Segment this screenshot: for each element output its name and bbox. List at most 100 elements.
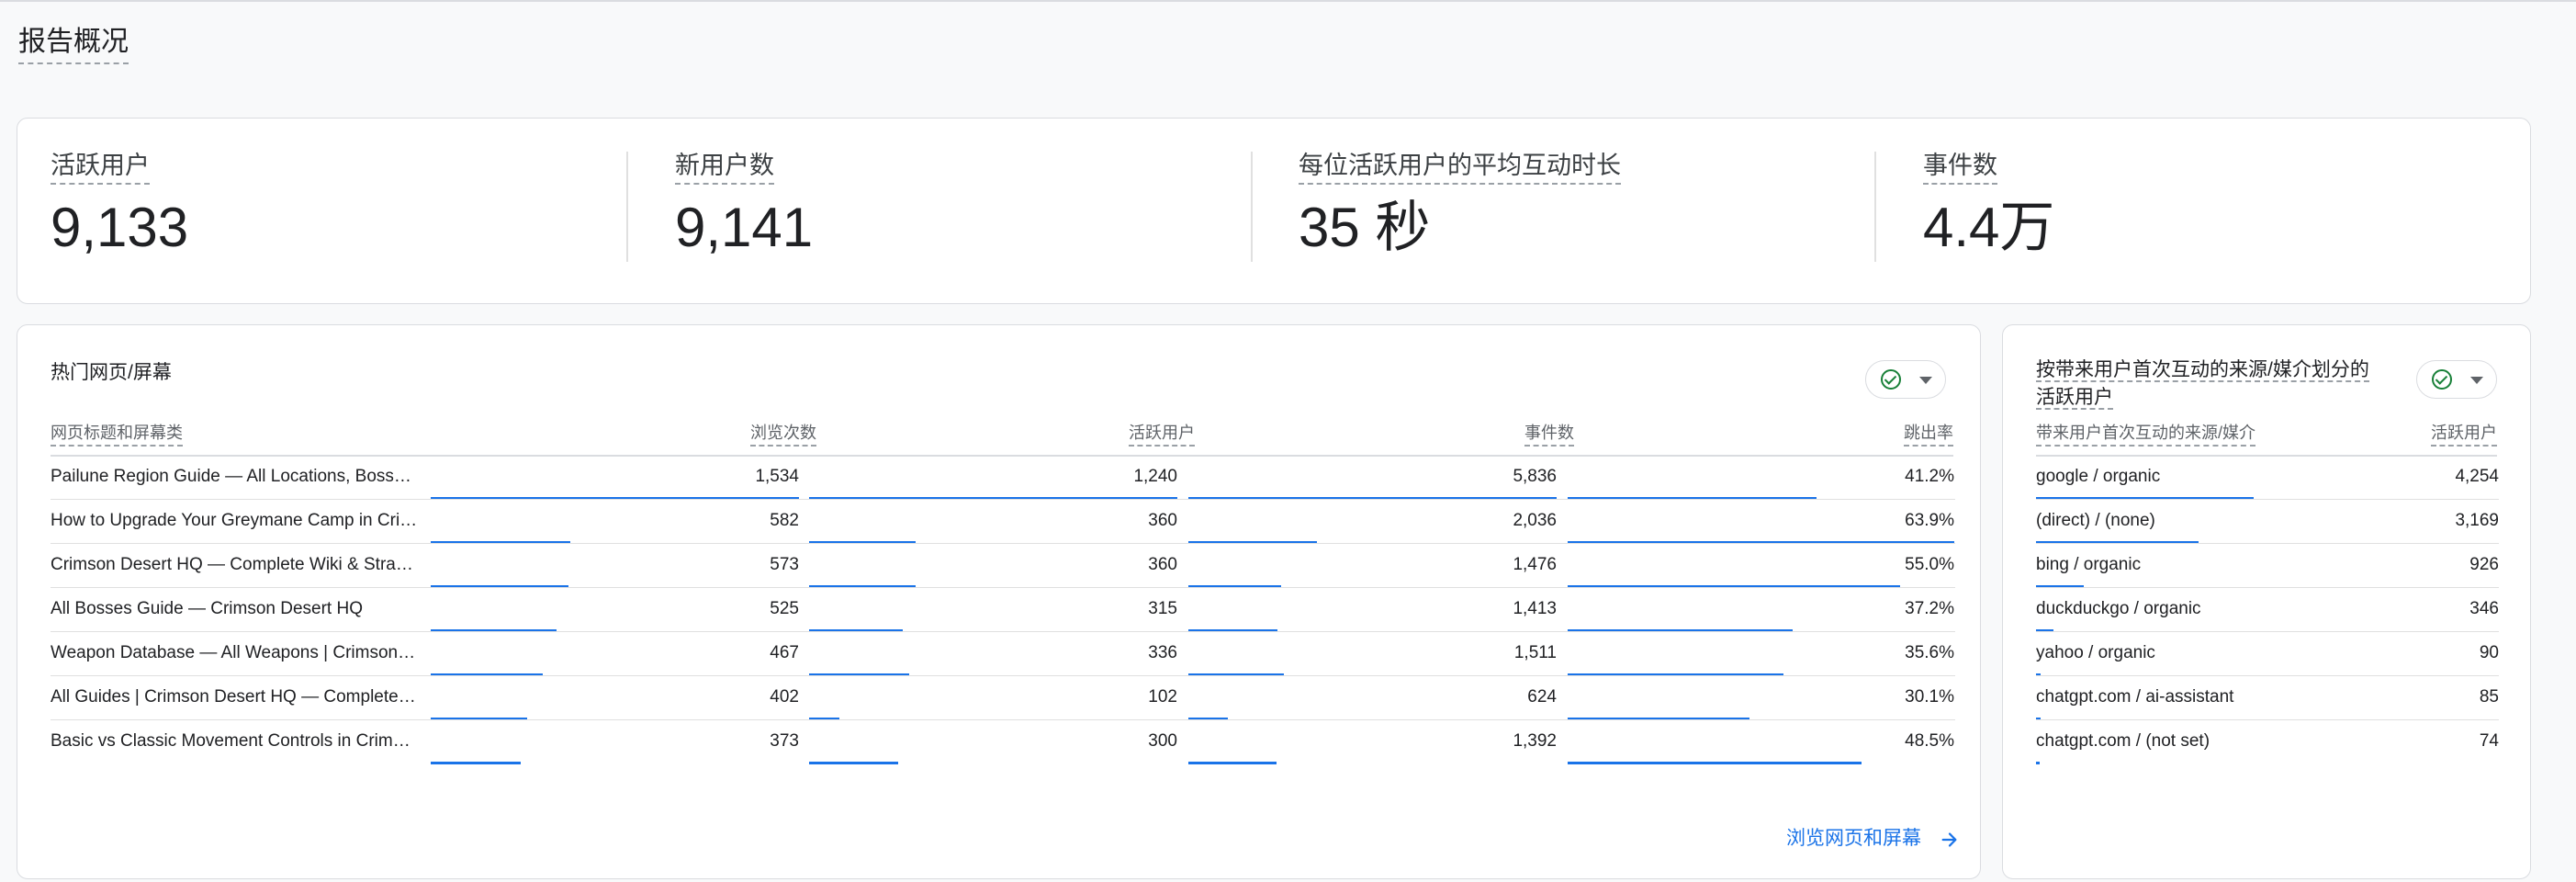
table-row[interactable]: All Bosses Guide — Crimson Desert HQ 525 3… [17,588,1982,632]
table-row[interactable]: Basic vs Classic Movement Controls in Cr… [17,720,1982,764]
value-bar [431,762,521,764]
kpi-label: 新用户数 [675,150,774,185]
kpi-event-count[interactable]: 事件数 4.4万 [1923,150,2054,260]
bounce-rate-cell: 41.2% [1905,467,1954,486]
source-medium-cell[interactable]: yahoo / organic [2036,641,2385,665]
kpi-value: 9,141 [675,197,814,258]
active-users-cell: 346 [2469,599,2499,618]
source-medium-cell[interactable]: duckduckgo / organic [2036,597,2385,621]
active-users-cell: 102 [1148,687,1177,707]
table-row[interactable]: How to Upgrade Your Greymane Camp in Cri… [17,500,1982,544]
event-count-cell: 1,413 [1513,599,1557,618]
kpi-divider [1251,152,1253,262]
active-users-cell: 85 [2479,687,2499,707]
table-row[interactable]: Crimson Desert HQ — Complete Wiki & Stra… [17,544,1982,588]
value-bar [809,762,898,764]
first-user-source-card: 按带来用户首次互动的来源/媒介划分的 活跃用户 带来用户首次互动的来源/媒介 活… [2002,324,2531,879]
comparison-filter-button[interactable] [1865,360,1946,399]
card-title-line: 活跃用户 [2036,387,2113,410]
card-title-line: 按带来用户首次互动的来源/媒介划分的 [2036,359,2369,382]
page-title-cell[interactable]: How to Upgrade Your Greymane Camp in Cri… [51,509,418,533]
kpi-value: 9,133 [51,197,189,258]
column-header-source-medium[interactable]: 带来用户首次互动的来源/媒介 [2036,421,2255,447]
bounce-rate-cell: 63.9% [1905,511,1954,530]
event-count-cell: 2,036 [1513,511,1557,530]
active-users-cell: 1,240 [1133,467,1177,486]
source-medium-cell[interactable]: chatgpt.com / (not set) [2036,729,2385,753]
table-row[interactable]: google / organic 4,254 [2003,456,2532,500]
check-circle-icon [2432,369,2452,390]
page-title-cell[interactable]: All Bosses Guide — Crimson Desert HQ [51,597,418,621]
kpi-divider [626,152,628,262]
source-medium-cell[interactable]: bing / organic [2036,553,2385,577]
kpi-divider [1874,152,1876,262]
event-count-cell: 1,511 [1513,643,1557,662]
table-row[interactable]: chatgpt.com / (not set) 74 [2003,720,2532,764]
table-row[interactable]: yahoo / organic 90 [2003,632,2532,676]
views-cell: 467 [770,643,799,662]
active-users-cell: 315 [1148,599,1177,618]
active-users-cell: 926 [2469,555,2499,574]
page-title-cell[interactable]: Basic vs Classic Movement Controls in Cr… [51,729,418,753]
kpi-label: 事件数 [1923,150,1997,185]
views-cell: 402 [770,687,799,707]
active-users-cell: 3,169 [2455,511,2499,530]
source-medium-cell[interactable]: google / organic [2036,465,2385,489]
source-medium-cell[interactable]: chatgpt.com / ai-assistant [2036,685,2385,709]
active-users-cell: 336 [1148,643,1177,662]
kpi-avg-engagement[interactable]: 每位活跃用户的平均互动时长 35 秒 [1299,150,1621,260]
kpi-active-users[interactable]: 活跃用户 9,133 [51,150,188,260]
table-row[interactable]: bing / organic 926 [2003,544,2532,588]
table-row[interactable]: Pailune Region Guide — All Locations, Bo… [17,456,1982,500]
table-row[interactable]: All Guides | Crimson Desert HQ — Complet… [17,676,1982,720]
page-title: 报告概况 [18,24,129,64]
column-header-views[interactable]: 浏览次数 [750,421,816,447]
views-cell: 525 [770,599,799,618]
bounce-rate-cell: 37.2% [1905,599,1954,618]
value-bar [1568,762,1862,764]
page-title-cell[interactable]: Pailune Region Guide — All Locations, Bo… [51,465,418,489]
view-pages-link[interactable]: 浏览网页和屏幕 [1786,825,1921,853]
arrow-right-icon[interactable] [1940,830,1960,850]
views-cell: 1,534 [755,467,799,486]
event-count-cell: 624 [1527,687,1557,707]
active-users-cell: 74 [2479,731,2499,751]
page-title-cell[interactable]: All Guides | Crimson Desert HQ — Complet… [51,685,418,709]
table-row[interactable]: chatgpt.com / ai-assistant 85 [2003,676,2532,720]
column-header-event-count[interactable]: 事件数 [1524,421,1574,447]
active-users-cell: 90 [2479,643,2499,662]
top-pages-card: 热门网页/屏幕 网页标题和屏幕类 浏览次数 活跃用户 事件数 跳出率 Pailu… [17,324,1981,879]
column-header-active-users[interactable]: 活跃用户 [2431,421,2497,447]
comparison-filter-button[interactable] [2416,360,2497,399]
page-title-cell[interactable]: Crimson Desert HQ — Complete Wiki & Stra… [51,553,418,577]
column-header-bounce-rate[interactable]: 跳出率 [1904,421,1953,447]
card-title: 按带来用户首次互动的来源/媒介划分的 活跃用户 [2036,356,2369,412]
value-bar [1188,762,1277,764]
page-title-cell[interactable]: Weapon Database — All Weapons | Crimson … [51,641,418,665]
column-header-page-title[interactable]: 网页标题和屏幕类 [51,421,183,447]
kpi-value: 4.4万 [1923,197,2055,258]
kpi-card: 活跃用户 9,133 新用户数 9,141 每位活跃用户的平均互动时长 35 秒… [17,118,2531,304]
bounce-rate-cell: 30.1% [1905,687,1954,707]
kpi-new-users[interactable]: 新用户数 9,141 [675,150,813,260]
kpi-label: 活跃用户 [51,150,150,185]
table-row[interactable]: duckduckgo / organic 346 [2003,588,2532,632]
table-row[interactable]: (direct) / (none) 3,169 [2003,500,2532,544]
source-medium-cell[interactable]: (direct) / (none) [2036,509,2385,533]
views-cell: 373 [770,731,799,751]
event-count-cell: 5,836 [1513,467,1557,486]
active-users-cell: 300 [1148,731,1177,751]
table-row[interactable]: Weapon Database — All Weapons | Crimson … [17,632,1982,676]
views-cell: 582 [770,511,799,530]
card-title: 热门网页/屏幕 [51,362,172,383]
top-divider [0,0,2576,2]
active-users-cell: 360 [1148,511,1177,530]
bounce-rate-cell: 35.6% [1905,643,1954,662]
event-count-cell: 1,476 [1513,555,1557,574]
kpi-value: 35 秒 [1299,197,1431,258]
column-header-active-users[interactable]: 活跃用户 [1129,421,1195,447]
active-users-cell: 4,254 [2455,467,2499,486]
event-count-cell: 1,392 [1513,731,1557,751]
bounce-rate-cell: 55.0% [1905,555,1954,574]
kpi-label: 每位活跃用户的平均互动时长 [1299,150,1621,185]
